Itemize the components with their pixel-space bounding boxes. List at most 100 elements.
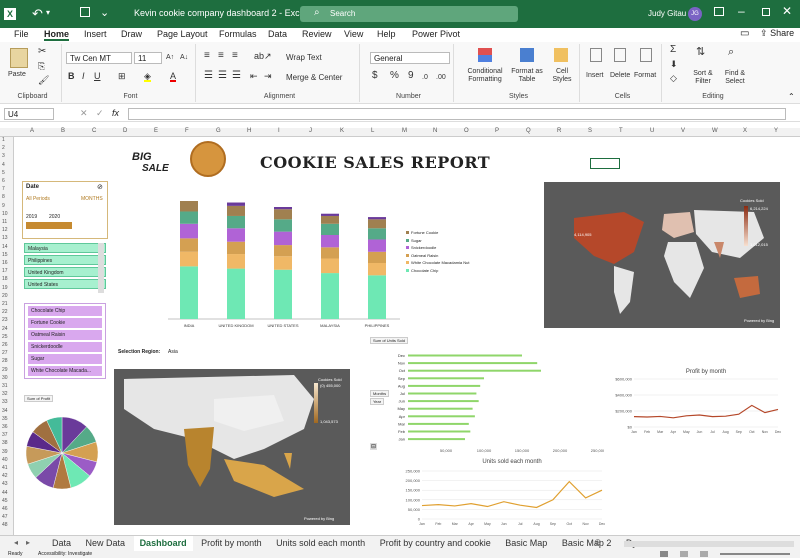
name-box[interactable]: U4: [4, 108, 54, 120]
copy-icon[interactable]: ⎘: [38, 62, 45, 71]
paste-icon[interactable]: [10, 48, 28, 68]
italic-icon[interactable]: I: [82, 72, 85, 81]
row-header[interactable]: 19: [2, 285, 8, 291]
font-name-select[interactable]: Tw Cen MT: [66, 52, 132, 64]
next-sheet-icon[interactable]: ▸: [26, 538, 30, 547]
product-item[interactable]: Sugar: [28, 354, 102, 364]
row-header[interactable]: 40: [2, 457, 8, 463]
row-header[interactable]: 23: [2, 317, 8, 323]
column-header[interactable]: L: [371, 128, 374, 134]
horizontal-scrollbar[interactable]: [624, 541, 794, 547]
row-header[interactable]: 30: [2, 375, 8, 381]
row-header[interactable]: 31: [2, 383, 8, 389]
row-header[interactable]: 20: [2, 293, 8, 299]
units-field-button[interactable]: Sum of Units Sold: [370, 337, 409, 344]
column-header[interactable]: T: [619, 128, 623, 134]
align-left-icon[interactable]: ☰: [204, 71, 213, 81]
user-name[interactable]: Judy Gitau: [648, 9, 686, 18]
row-header[interactable]: 44: [2, 490, 8, 496]
clear-icon[interactable]: ◇: [670, 74, 677, 83]
column-header[interactable]: A: [30, 128, 34, 134]
merge-center-button[interactable]: Merge & Center: [286, 74, 342, 82]
percent-icon[interactable]: %: [390, 71, 399, 81]
column-header[interactable]: F: [185, 128, 189, 134]
column-header[interactable]: N: [433, 128, 437, 134]
row-header[interactable]: 8: [2, 194, 5, 200]
borders-icon[interactable]: ⊞: [118, 72, 126, 81]
add-sheet-icon[interactable]: ⊕: [594, 537, 602, 548]
country-slicer[interactable]: Malaysia Philippines United Kingdom Unit…: [24, 241, 106, 297]
row-header[interactable]: 16: [2, 260, 8, 266]
menu-home[interactable]: Home: [44, 29, 70, 41]
find-select-icon[interactable]: ⌕: [728, 47, 734, 58]
year-filter-button[interactable]: Year: [370, 398, 385, 405]
country-slicer-scrollbar[interactable]: [98, 243, 104, 293]
row-header[interactable]: 2: [2, 145, 5, 151]
share-button[interactable]: ⇪ Share: [760, 28, 794, 39]
tab-profit-by-country[interactable]: Profit by country and cookie: [374, 536, 497, 551]
row-header[interactable]: 10: [2, 211, 8, 217]
date-slicer[interactable]: Date ⊘ All Periods MONTHS 2019 2020: [22, 181, 108, 239]
increase-indent-icon[interactable]: ⇥: [264, 72, 272, 81]
profit-pie-chart[interactable]: [24, 415, 100, 491]
sort-filter-icon[interactable]: ⇅: [696, 47, 705, 58]
cell-styles-icon[interactable]: [554, 48, 568, 62]
menu-draw[interactable]: Draw: [121, 29, 142, 39]
product-item[interactable]: Oatmeal Raisin: [28, 330, 102, 340]
column-header[interactable]: B: [61, 128, 65, 134]
function-icon[interactable]: fx: [112, 108, 119, 118]
align-center-icon[interactable]: ☰: [218, 71, 227, 81]
save-icon[interactable]: [80, 7, 90, 17]
row-header[interactable]: 32: [2, 391, 8, 397]
row-header[interactable]: 33: [2, 399, 8, 405]
column-header[interactable]: S: [588, 128, 592, 134]
clear-filter-icon[interactable]: ⊘: [97, 183, 103, 191]
dashboard-sheet[interactable]: BIG SALE COOKIE SALES REPORT Date ⊘ All …: [14, 137, 800, 535]
menu-help[interactable]: Help: [377, 29, 396, 39]
row-header[interactable]: 46: [2, 506, 8, 512]
decrease-indent-icon[interactable]: ⇤: [250, 72, 258, 81]
underline-icon[interactable]: U: [94, 72, 101, 81]
menu-review[interactable]: Review: [302, 29, 332, 39]
row-header[interactable]: 1: [2, 137, 5, 143]
row-header[interactable]: 17: [2, 268, 8, 274]
prev-sheet-icon[interactable]: ◂: [14, 538, 18, 547]
cancel-icon[interactable]: ✕: [80, 108, 88, 119]
country-item[interactable]: Malaysia: [24, 243, 106, 253]
column-header[interactable]: M: [402, 128, 407, 134]
tab-new-data[interactable]: New Data: [80, 536, 132, 551]
units-each-month-chart[interactable]: Units sold each month 0 50,000 100,000 150,0…: [378, 457, 610, 531]
row-header[interactable]: 35: [2, 416, 8, 422]
close-icon[interactable]: ✕: [782, 4, 792, 18]
row-header[interactable]: 25: [2, 334, 8, 340]
row-header[interactable]: 9: [2, 203, 5, 209]
row-header[interactable]: 14: [2, 244, 8, 250]
column-header[interactable]: V: [681, 128, 685, 134]
search-box[interactable]: ⌕ Search: [300, 6, 518, 22]
align-right-icon[interactable]: ☰: [232, 71, 241, 81]
row-header[interactable]: 27: [2, 350, 8, 356]
row-header[interactable]: 36: [2, 424, 8, 430]
row-header[interactable]: 12: [2, 227, 8, 233]
column-header[interactable]: Y: [774, 128, 778, 134]
cond-format-icon[interactable]: [478, 48, 492, 62]
autosum-icon[interactable]: Σ: [670, 45, 676, 55]
row-header[interactable]: 7: [2, 186, 5, 192]
pie-field-button[interactable]: Sum of Profit: [24, 395, 54, 402]
months-dropdown[interactable]: MONTHS: [81, 196, 103, 202]
row-header[interactable]: 22: [2, 309, 8, 315]
orientation-icon[interactable]: ab↗: [254, 52, 272, 61]
column-header[interactable]: W: [712, 128, 718, 134]
bold-icon[interactable]: B: [68, 72, 75, 81]
normal-view-icon[interactable]: [660, 551, 668, 557]
product-item[interactable]: Fortune Cookie: [28, 318, 102, 328]
page-layout-view-icon[interactable]: [680, 551, 688, 557]
menu-formulas[interactable]: Formulas: [219, 29, 257, 39]
number-format-select[interactable]: General: [370, 52, 450, 64]
column-header[interactable]: C: [92, 128, 96, 134]
tab-basic-map[interactable]: Basic Map: [499, 536, 553, 551]
align-middle-icon[interactable]: ≡: [218, 51, 224, 61]
row-header[interactable]: 42: [2, 473, 8, 479]
column-header[interactable]: O: [464, 128, 469, 134]
row-header[interactable]: 38: [2, 440, 8, 446]
